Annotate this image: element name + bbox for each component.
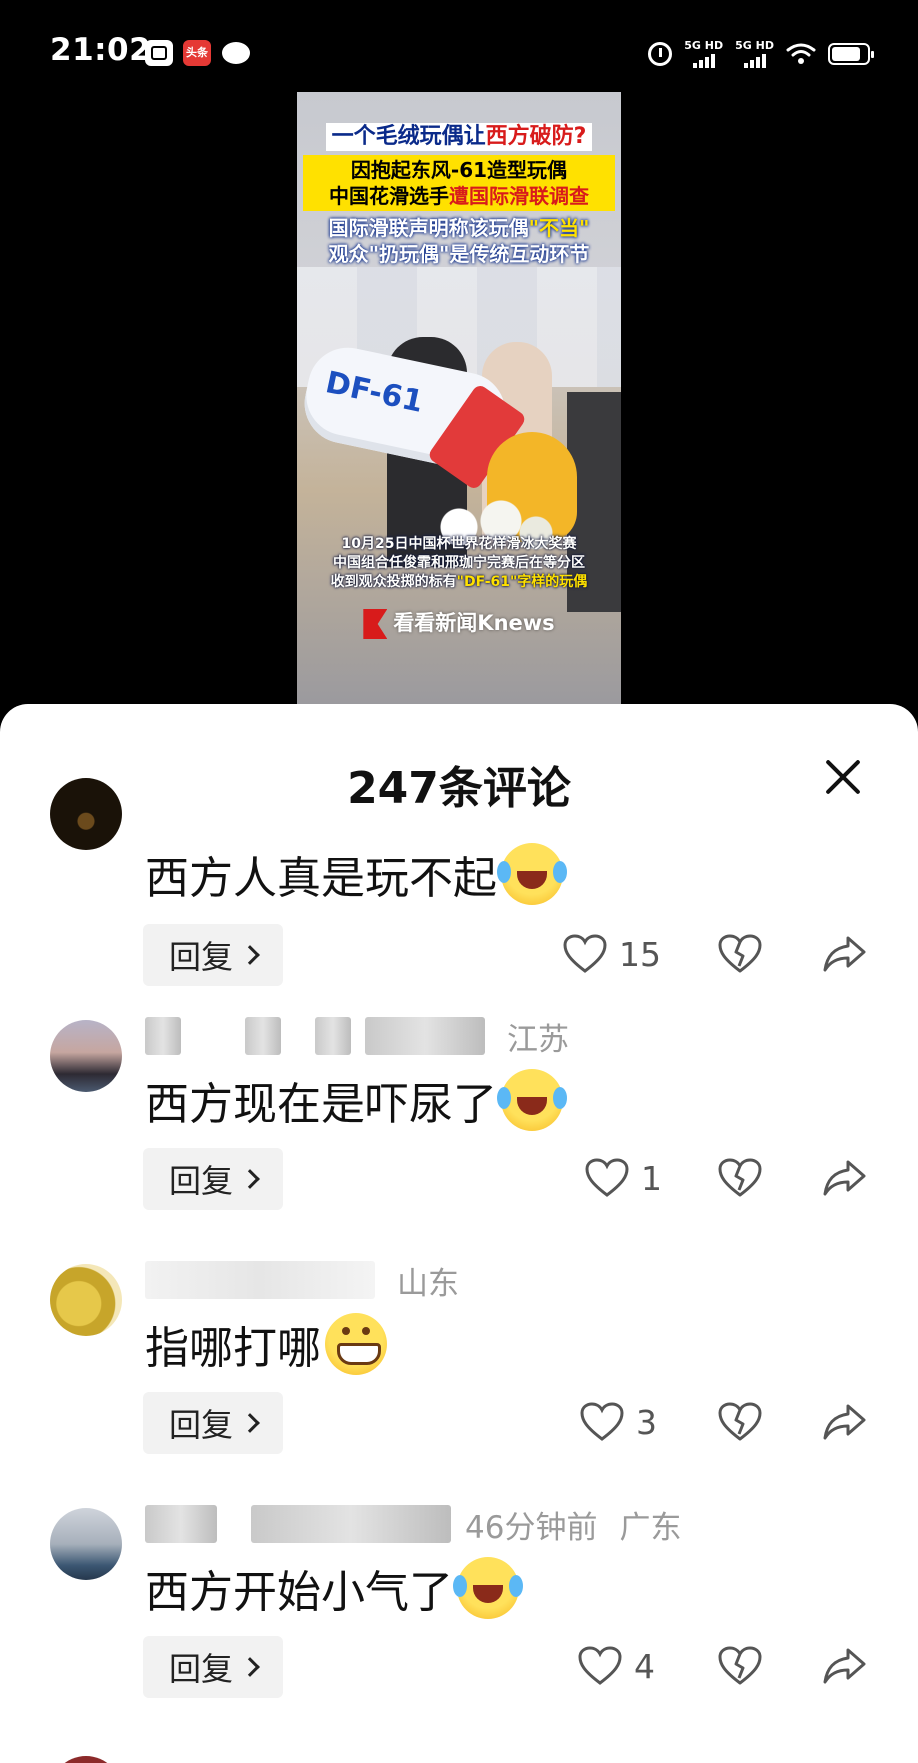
comment-meta: 山东 bbox=[145, 1260, 459, 1302]
reply-button[interactable]: 回复 bbox=[143, 1392, 283, 1454]
like-button[interactable]: 3 bbox=[580, 1402, 657, 1442]
grinning-emoji bbox=[325, 1313, 387, 1375]
battery-icon bbox=[828, 43, 874, 65]
blue-line-1-prefix: 国际滑联声明称该玩偶 bbox=[328, 216, 529, 240]
caption-line-3-yellow: "DF-61"字样的玩偶 bbox=[456, 574, 588, 590]
avatar[interactable] bbox=[50, 1508, 122, 1580]
dislike-broken-heart-icon[interactable] bbox=[718, 1158, 762, 1198]
blurred-username bbox=[251, 1505, 451, 1543]
sim2-label: 5G HD bbox=[735, 39, 774, 52]
comment-location: 江苏 bbox=[507, 1021, 569, 1058]
yellow-line-1: 因抱起东风-61造型玩偶 bbox=[350, 158, 568, 182]
loudly-crying-laughing-emoji bbox=[497, 1069, 563, 1131]
video-caption: 10月25日中国杯世界花样滑冰大奖赛 中国组合任俊霏和邢珈宁完赛后在等分区 收到… bbox=[297, 535, 621, 592]
wifi-icon bbox=[786, 43, 816, 64]
caption-line-2: 中国组合任俊霏和邢珈宁完赛后在等分区 bbox=[333, 555, 585, 571]
like-button[interactable]: 15 bbox=[563, 934, 661, 974]
reply-button[interactable]: 回复 bbox=[143, 1148, 283, 1210]
blurred-username bbox=[245, 1017, 281, 1055]
video-yellow-band: 因抱起东风-61造型玩偶 中国花滑选手遭国际滑联调查 bbox=[303, 155, 615, 211]
alarm-icon bbox=[648, 42, 673, 66]
blurred-username bbox=[315, 1017, 351, 1055]
like-count: 4 bbox=[634, 1646, 655, 1686]
signal-icon: 5G HD bbox=[684, 40, 723, 68]
caption-line-1: 10月25日中国杯世界花样滑冰大奖赛 bbox=[341, 536, 577, 552]
avatar[interactable] bbox=[50, 778, 122, 850]
avatar[interactable] bbox=[50, 1756, 122, 1763]
chat-bubble-icon bbox=[222, 42, 250, 64]
heart-icon bbox=[580, 1402, 624, 1441]
caption-line-3-prefix: 收到观众投掷的标有 bbox=[330, 574, 457, 590]
video-source-label: 看看新闻Knews bbox=[393, 611, 555, 635]
heart-icon bbox=[578, 1646, 622, 1685]
close-icon[interactable] bbox=[820, 754, 866, 800]
comment-meta: 江苏 bbox=[145, 1016, 569, 1058]
blurred-username bbox=[145, 1261, 375, 1299]
share-icon[interactable] bbox=[822, 1646, 866, 1686]
like-button[interactable]: 4 bbox=[578, 1646, 655, 1686]
avatar[interactable] bbox=[50, 1264, 122, 1336]
loudly-crying-laughing-emoji bbox=[453, 1557, 519, 1619]
chevron-right-icon bbox=[240, 1657, 260, 1677]
dislike-broken-heart-icon[interactable] bbox=[718, 934, 762, 974]
blurred-username bbox=[145, 1017, 181, 1055]
comment-text: 西方现在是吓尿了 bbox=[145, 1068, 563, 1132]
loudly-crying-laughing-emoji bbox=[497, 843, 563, 905]
video-blue-lines: 国际滑联声明称该玩偶"不当" 观众"扔玩偶"是传统互动环节 bbox=[297, 215, 621, 267]
blurred-username bbox=[365, 1017, 485, 1055]
comment-meta: 46分钟前 广东 bbox=[145, 1504, 682, 1546]
share-icon[interactable] bbox=[822, 1402, 866, 1442]
comment-count-title: 247条评论 bbox=[347, 763, 571, 814]
heart-icon bbox=[563, 934, 607, 973]
video-headline: 一个毛绒玩偶让西方破防? 因抱起东风-61造型玩偶 中国花滑选手遭国际滑联调查 … bbox=[297, 122, 621, 267]
comment-text: 西方开始小气了 bbox=[145, 1556, 519, 1620]
comment-text: 西方人真是玩不起 bbox=[145, 842, 563, 906]
status-right-icons: 5G HD 5G HD bbox=[648, 36, 874, 72]
video-player[interactable]: DF-61 一个毛绒玩偶让西方破防? 因抱起东风-61造型玩偶 中国花滑选手遭国… bbox=[297, 92, 621, 704]
chevron-right-icon bbox=[240, 1169, 260, 1189]
comment-location: 山东 bbox=[397, 1265, 459, 1302]
toutiao-icon: 头条 bbox=[183, 40, 211, 66]
comment-time: 46分钟前 bbox=[465, 1509, 598, 1546]
like-count: 15 bbox=[619, 934, 661, 974]
screen-app-icon bbox=[145, 40, 173, 66]
video-source: 看看新闻Knews bbox=[297, 607, 621, 639]
blurred-username bbox=[145, 1505, 217, 1543]
comment-location: 广东 bbox=[619, 1509, 682, 1546]
status-time: 21:02 bbox=[50, 32, 152, 68]
chevron-right-icon bbox=[240, 1413, 260, 1433]
knews-logo-icon bbox=[363, 609, 388, 639]
like-count: 3 bbox=[636, 1402, 657, 1442]
headline-red: 西方破防? bbox=[485, 124, 587, 149]
comment-text: 指哪打哪 bbox=[145, 1312, 387, 1376]
like-button[interactable]: 1 bbox=[585, 1158, 662, 1198]
like-count: 1 bbox=[641, 1158, 662, 1198]
share-icon[interactable] bbox=[822, 1158, 866, 1198]
sim1-label: 5G HD bbox=[684, 39, 724, 52]
blue-line-2: 观众"扔玩偶"是传统互动环节 bbox=[328, 242, 590, 266]
dislike-broken-heart-icon[interactable] bbox=[718, 1646, 762, 1686]
share-icon[interactable] bbox=[822, 934, 866, 974]
comment-sheet: 247条评论 西方人真是玩不起 回复 15 江苏 西方现在是吓尿了 回复 1 山… bbox=[0, 704, 918, 1763]
reply-button[interactable]: 回复 bbox=[143, 1636, 283, 1698]
yellow-line-2-red: 遭国际滑联调查 bbox=[449, 184, 589, 208]
signal-icon: 5G HD bbox=[735, 40, 774, 68]
yellow-line-2-prefix: 中国花滑选手 bbox=[329, 184, 449, 208]
dislike-broken-heart-icon[interactable] bbox=[718, 1402, 762, 1442]
status-bar: 21:02 头条 5G HD 5G HD bbox=[0, 0, 918, 100]
headline-prefix: 一个毛绒玩偶让 bbox=[331, 124, 486, 149]
avatar[interactable] bbox=[50, 1020, 122, 1092]
reply-button[interactable]: 回复 bbox=[143, 924, 283, 986]
chevron-right-icon bbox=[240, 945, 260, 965]
blue-line-1-yellow: "不当" bbox=[528, 216, 590, 240]
heart-icon bbox=[585, 1158, 629, 1197]
